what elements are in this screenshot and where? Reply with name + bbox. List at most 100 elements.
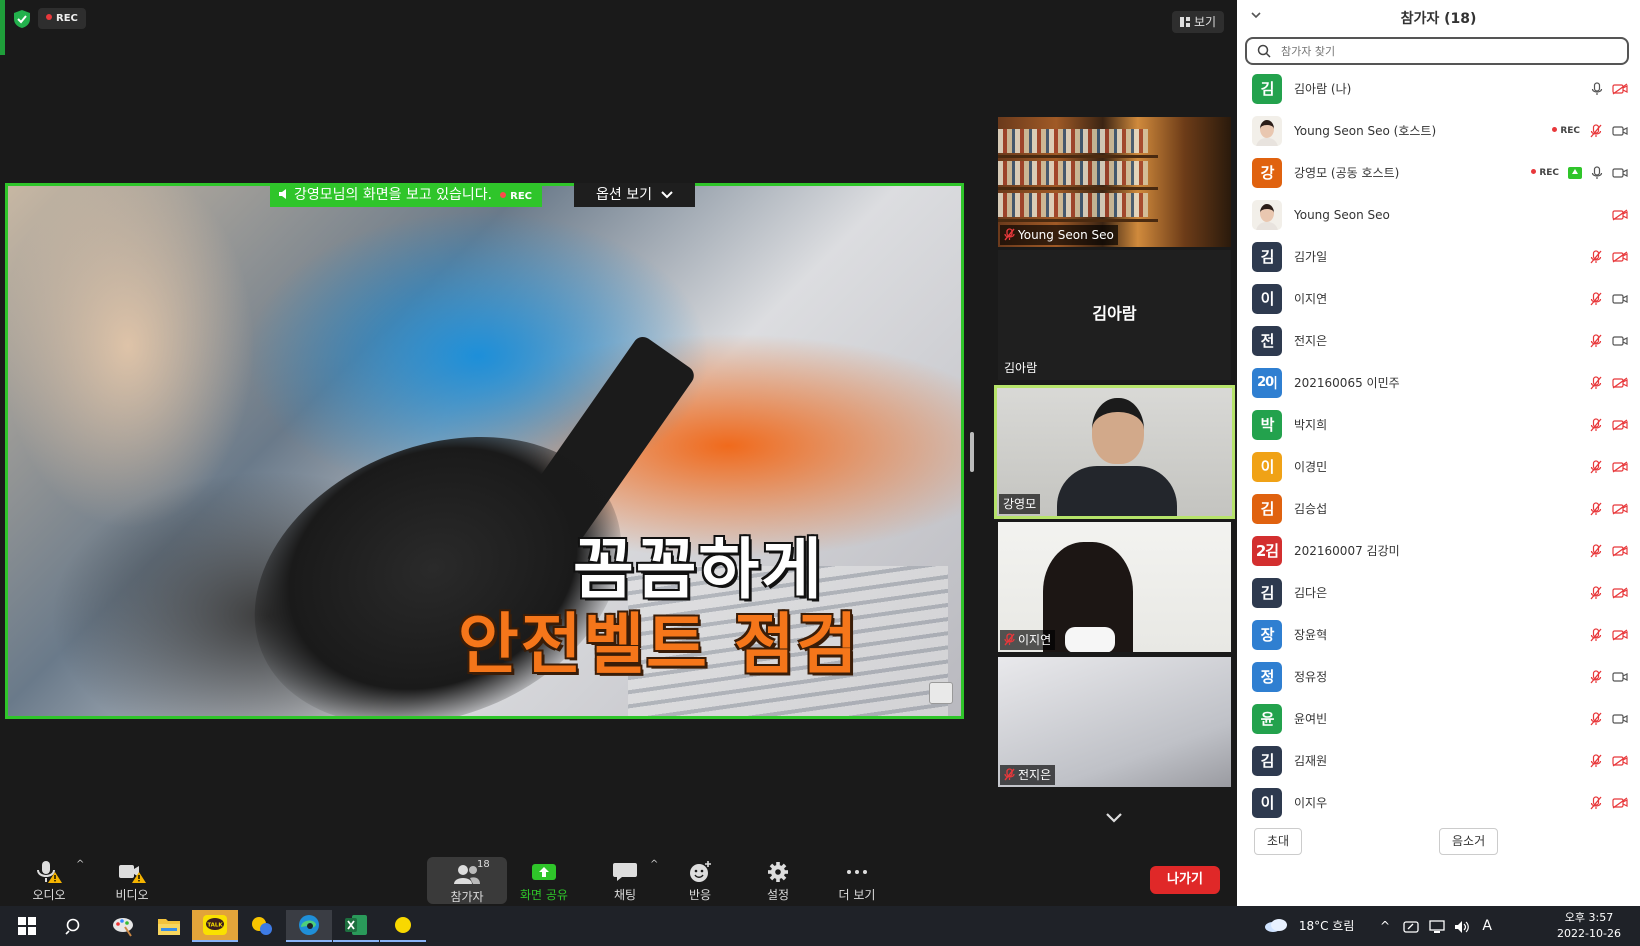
mic-muted-icon[interactable] <box>1589 460 1603 474</box>
camera-off-icon[interactable] <box>1612 251 1628 263</box>
participant-row[interactable]: 김 김가일 <box>1237 236 1640 278</box>
taskbar-app-edge[interactable] <box>286 910 332 942</box>
audio-options-caret[interactable]: ^ <box>76 859 84 870</box>
view-options-button[interactable]: 옵션 보기 <box>574 183 696 207</box>
mic-icon[interactable] <box>1591 166 1603 180</box>
mute-all-button[interactable]: 음소거 <box>1439 828 1499 855</box>
share-screen-button[interactable]: 화면 공유 <box>509 855 579 906</box>
camera-icon[interactable] <box>1612 125 1628 137</box>
camera-off-icon[interactable] <box>1612 503 1628 515</box>
reactions-label: 반응 <box>688 888 712 902</box>
taskbar-app-excel[interactable] <box>333 910 379 942</box>
participant-search-box[interactable] <box>1245 37 1629 65</box>
participant-row[interactable]: 2김 202160007 김강미 <box>1237 530 1640 572</box>
start-button[interactable] <box>4 910 50 942</box>
mic-icon[interactable] <box>1591 82 1603 96</box>
taskbar-app-kakaotalk[interactable]: TALK <box>192 910 238 942</box>
camera-icon[interactable] <box>1612 671 1628 683</box>
camera-icon[interactable] <box>1612 713 1628 725</box>
camera-off-icon[interactable] <box>1612 545 1628 557</box>
invite-button[interactable]: 초대 <box>1254 828 1303 855</box>
participants-button[interactable]: 18 참가자 <box>427 857 507 904</box>
participant-search-input[interactable] <box>1281 42 1611 60</box>
chat-options-caret[interactable]: ^ <box>650 859 658 870</box>
split-resize-handle[interactable] <box>970 432 974 472</box>
mic-muted-icon[interactable] <box>1589 292 1603 306</box>
reactions-button[interactable]: 반응 <box>665 855 735 906</box>
camera-icon[interactable] <box>1612 335 1628 347</box>
camera-off-icon[interactable] <box>1612 755 1628 767</box>
camera-off-icon[interactable] <box>1612 797 1628 809</box>
network-icon[interactable] <box>1429 919 1445 934</box>
participant-row[interactable]: 정 정유정 <box>1237 656 1640 698</box>
participant-row[interactable]: 김 김다은 <box>1237 572 1640 614</box>
camera-off-icon[interactable] <box>1612 587 1628 599</box>
video-tile-kang-youngmo-active-speaker[interactable]: 강영모 <box>994 385 1235 519</box>
video-button[interactable]: 비디오 <box>97 855 167 906</box>
camera-icon[interactable] <box>1612 293 1628 305</box>
mic-muted-icon[interactable] <box>1589 628 1603 642</box>
camera-icon[interactable] <box>1612 167 1628 179</box>
participant-row[interactable]: 김 김승섭 <box>1237 488 1640 530</box>
more-button[interactable]: 더 보기 <box>822 855 892 906</box>
video-tile-young-seon-seo[interactable]: Young Seon Seo <box>998 117 1231 247</box>
mic-muted-icon[interactable] <box>1589 124 1603 138</box>
mic-muted-icon[interactable] <box>1589 418 1603 432</box>
pen-tablet-icon[interactable] <box>1403 920 1419 934</box>
settings-button[interactable]: 설정 <box>743 855 813 906</box>
taskbar-clock[interactable]: 오후 3:57 2022-10-26 <box>1548 910 1630 942</box>
mic-muted-icon[interactable] <box>1589 502 1603 516</box>
mic-muted-icon[interactable] <box>1589 586 1603 600</box>
participant-row[interactable]: 이 이경민 <box>1237 446 1640 488</box>
participant-row[interactable]: 김 김아람 (나) <box>1237 68 1640 110</box>
participant-row[interactable]: 윤 윤여빈 <box>1237 698 1640 740</box>
shared-screen[interactable]: 꼼꼼하게 안전벨트 점검 <box>5 183 964 719</box>
taskbar-app-sticky-notes[interactable] <box>380 910 426 942</box>
video-tile-kim-aram[interactable]: 김아람 김아람 <box>998 250 1231 380</box>
taskbar-search-button[interactable] <box>51 910 97 942</box>
camera-off-icon[interactable] <box>1612 629 1628 641</box>
participant-row[interactable]: 전 전지은 <box>1237 320 1640 362</box>
taskbar-app-paint[interactable] <box>100 910 146 942</box>
audio-button[interactable]: 오디오 <box>14 855 84 906</box>
participant-row[interactable]: 강 강영모 (공동 호스트) REC <box>1237 152 1640 194</box>
ime-indicator[interactable]: A <box>1482 918 1492 934</box>
camera-off-icon[interactable] <box>1612 461 1628 473</box>
mic-muted-icon[interactable] <box>1589 250 1603 264</box>
participant-row[interactable]: 장 장윤혁 <box>1237 614 1640 656</box>
participant-row[interactable]: 박 박지희 <box>1237 404 1640 446</box>
taskbar-app-messenger[interactable] <box>239 910 285 942</box>
participant-row[interactable]: Young Seon Seo <box>1237 194 1640 236</box>
participant-row[interactable]: 이 이지우 <box>1237 782 1640 824</box>
camera-off-icon[interactable] <box>1612 83 1628 95</box>
participant-name: 강영모 (공동 호스트) <box>1294 166 1400 180</box>
participant-row[interactable]: 김 김재원 <box>1237 740 1640 782</box>
mic-muted-icon[interactable] <box>1589 754 1603 768</box>
camera-off-icon[interactable] <box>1612 209 1628 221</box>
mic-muted-icon[interactable] <box>1589 670 1603 684</box>
camera-off-icon[interactable] <box>1612 419 1628 431</box>
volume-icon[interactable] <box>1454 920 1470 934</box>
leave-meeting-button[interactable]: 나가기 <box>1150 866 1220 894</box>
mic-muted-icon[interactable] <box>1589 376 1603 390</box>
video-tile-jeon-jieun[interactable]: 전지은 <box>998 657 1231 787</box>
video-tile-lee-jiyeon[interactable]: 이지연 <box>998 522 1231 652</box>
participant-row[interactable]: Young Seon Seo (호스트) REC <box>1237 110 1640 152</box>
participant-row[interactable]: 이 이지연 <box>1237 278 1640 320</box>
taskbar-app-file-explorer[interactable] <box>146 910 192 942</box>
shield-check-icon[interactable] <box>12 9 32 29</box>
participant-row[interactable]: 20| 202160065 이민주 <box>1237 362 1640 404</box>
mic-muted-icon[interactable] <box>1589 796 1603 810</box>
camera-off-icon[interactable] <box>1612 377 1628 389</box>
mic-muted-icon[interactable] <box>1589 334 1603 348</box>
view-button[interactable]: 보기 <box>1172 11 1225 33</box>
mic-muted-icon[interactable] <box>1589 544 1603 558</box>
chevron-up-icon[interactable]: ^ <box>1375 906 1395 946</box>
participant-name: 장윤혁 <box>1294 628 1328 642</box>
chevron-down-icon[interactable] <box>1104 810 1124 826</box>
recording-indicator[interactable]: REC <box>38 8 86 29</box>
participants-label: 참가자 <box>450 890 484 904</box>
viewing-rec-label: REC <box>510 191 532 202</box>
mic-muted-icon[interactable] <box>1589 712 1603 726</box>
weather-widget[interactable]: 18°C 흐림 <box>1263 906 1354 946</box>
